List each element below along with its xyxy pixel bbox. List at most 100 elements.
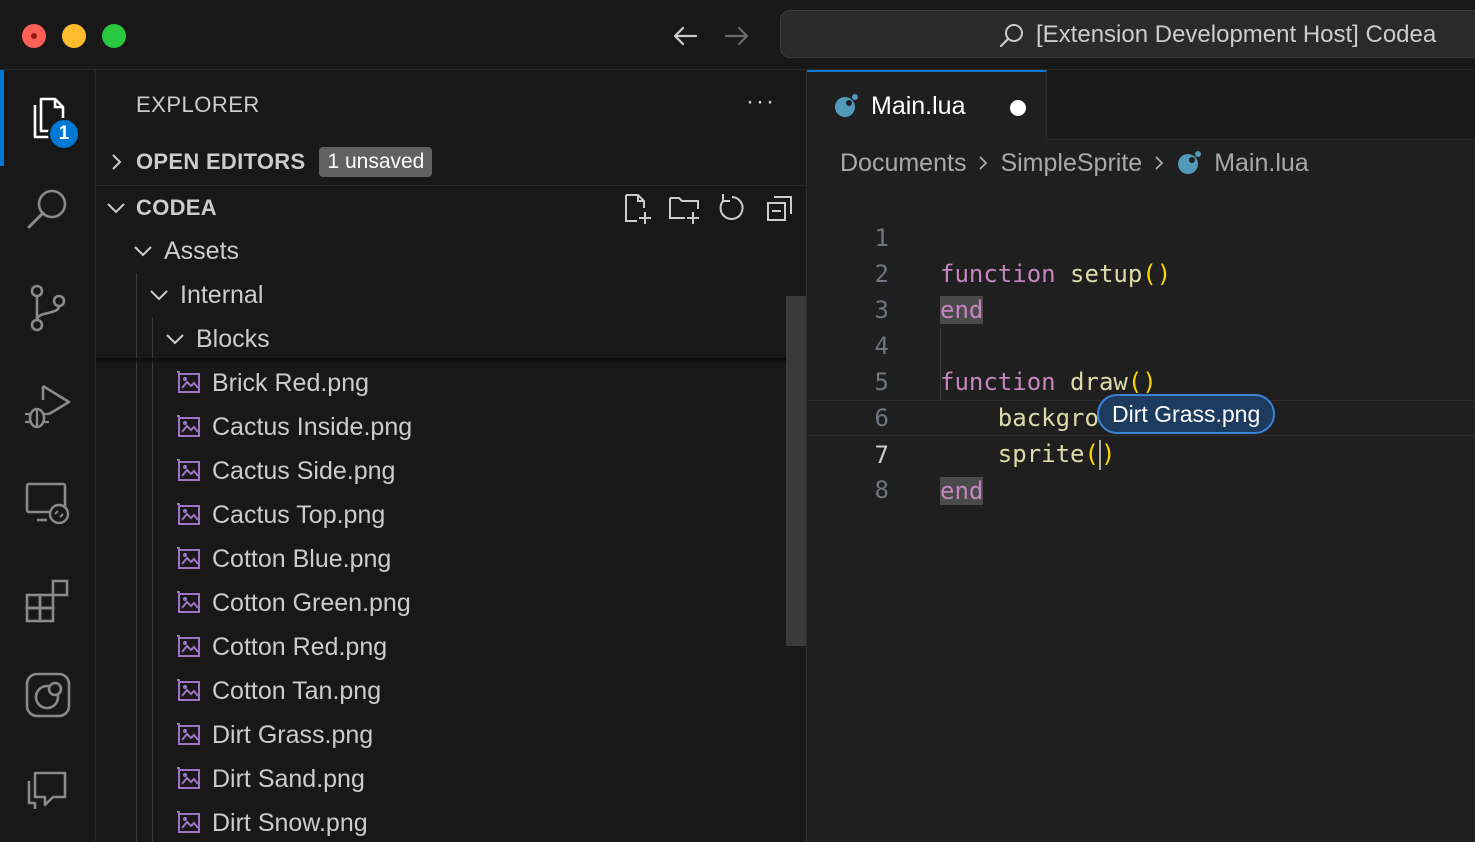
title-bar: [Extension Development Host] Codea <box>0 0 1475 70</box>
refresh-icon[interactable] <box>715 191 749 225</box>
tree-file-label: Cactus Top.png <box>212 500 386 529</box>
explorer-view-button[interactable]: 1 <box>0 70 96 166</box>
workspace-section-header[interactable]: CODEA <box>96 185 806 230</box>
open-editors-label: OPEN EDITORS <box>136 149 306 174</box>
tree-folder-blocks[interactable]: Blocks <box>96 317 806 361</box>
tree-file-item[interactable]: Dirt Snow.png <box>96 801 806 842</box>
minimize-window-button[interactable] <box>62 24 86 48</box>
image-file-icon <box>177 679 200 701</box>
search-view-button[interactable] <box>0 170 96 250</box>
chevron-right-icon <box>96 140 136 184</box>
search-icon <box>997 21 1027 51</box>
search-icon <box>27 189 67 229</box>
breadcrumb-item-simplesprite[interactable]: SimpleSprite <box>1000 149 1142 178</box>
image-file-icon <box>177 503 200 525</box>
tab-main-lua[interactable]: Main.lua <box>807 70 1047 140</box>
tree-file-item[interactable]: Dirt Grass.png <box>96 713 806 757</box>
code-line[interactable]: 1 function setup() <box>807 184 1475 288</box>
forward-arrow-icon[interactable] <box>720 20 754 52</box>
remote-explorer-view-button[interactable] <box>0 463 96 543</box>
tree-file-item[interactable]: Brick Red.png <box>96 361 806 405</box>
explorer-sidebar: EXPLORER ··· OPEN EDITORS 1 unsaved CODE… <box>96 70 807 842</box>
chevron-down-icon <box>96 186 136 230</box>
activity-bar: 1 <box>0 70 96 842</box>
tree-file-label: Cotton Blue.png <box>212 544 392 573</box>
code-line[interactable]: 5 background(0) <box>807 328 1475 432</box>
code-line[interactable]: 4 function draw() <box>807 292 1475 396</box>
breadcrumb-item-documents[interactable]: Documents <box>840 149 966 178</box>
tree-file-label: Cactus Side.png <box>212 456 396 485</box>
tab-bar: Main.lua <box>807 70 1475 140</box>
code-token: end <box>940 477 984 505</box>
tree-folder-internal[interactable]: Internal <box>96 273 806 317</box>
image-file-icon <box>177 459 200 481</box>
open-editors-section-header[interactable]: OPEN EDITORS 1 unsaved <box>96 140 806 184</box>
new-file-icon[interactable] <box>619 191 653 225</box>
collapse-all-icon[interactable] <box>763 191 797 225</box>
chevron-right-icon <box>979 156 988 170</box>
image-file-icon <box>177 811 200 833</box>
tree-file-label: Cotton Tan.png <box>212 676 382 705</box>
lua-file-icon <box>835 94 858 117</box>
image-file-icon <box>177 767 200 789</box>
image-file-icon <box>177 591 200 613</box>
tree-file-item[interactable]: Cotton Red.png <box>96 625 806 669</box>
unsaved-badge: 1 unsaved <box>319 147 433 177</box>
tree-file-item[interactable]: Dirt Sand.png <box>96 757 806 801</box>
source-control-view-button[interactable] <box>0 268 96 348</box>
code-line[interactable]: 3 <box>807 256 1475 324</box>
tree-file-item[interactable]: Cactus Inside.png <box>96 405 806 449</box>
inline-suggestion-hint[interactable]: Dirt Grass.png <box>1097 394 1276 434</box>
editor-group: Main.lua Documents SimpleSprite Main.lua… <box>807 70 1475 842</box>
chat-icon <box>27 771 67 809</box>
more-actions-button[interactable]: ··· <box>746 88 776 116</box>
new-folder-icon[interactable] <box>667 191 701 225</box>
chevron-right-icon <box>1155 156 1164 170</box>
tree-file-label: Cotton Green.png <box>212 588 411 617</box>
command-center-label: [Extension Development Host] Codea <box>1036 21 1437 48</box>
breadcrumb: Documents SimpleSprite Main.lua <box>840 148 1309 178</box>
codea-view-button[interactable] <box>0 655 96 735</box>
chat-view-button[interactable] <box>0 750 96 830</box>
tree-file-label: Dirt Sand.png <box>212 764 365 793</box>
tree-file-item[interactable]: Cotton Blue.png <box>96 537 806 581</box>
lua-file-icon <box>1178 151 1202 174</box>
chevron-down-icon <box>134 246 152 257</box>
back-arrow-icon[interactable] <box>668 20 702 52</box>
chevron-down-icon <box>150 290 168 301</box>
tree-file-item[interactable]: Cotton Tan.png <box>96 669 806 713</box>
breadcrumb-item-main-lua[interactable]: Main.lua <box>1214 149 1309 178</box>
source-control-icon <box>30 284 66 332</box>
tree-file-label: Cactus Inside.png <box>212 412 413 441</box>
tree-folder-assets[interactable]: Assets <box>96 229 806 273</box>
line-number: 8 <box>874 476 889 504</box>
image-file-icon <box>177 635 200 657</box>
run-debug-view-button[interactable] <box>0 365 96 445</box>
code-line[interactable]: 8 <box>807 436 1475 504</box>
explorer-badge: 1 <box>48 118 80 150</box>
sidebar-scrollbar[interactable] <box>786 296 806 646</box>
close-window-button[interactable] <box>22 24 46 48</box>
tree-file-label: Cotton Red.png <box>212 632 388 661</box>
tree-file-item[interactable]: Cotton Green.png <box>96 581 806 625</box>
tab-label: Main.lua <box>871 91 966 120</box>
image-file-icon <box>177 415 200 437</box>
extensions-icon <box>25 579 69 623</box>
tree-folder-label: Assets <box>164 236 240 265</box>
maximize-window-button[interactable] <box>102 24 126 48</box>
run-debug-icon <box>25 384 71 429</box>
codea-icon <box>25 672 71 718</box>
sidebar-title: EXPLORER <box>136 92 260 117</box>
unsaved-dot-icon[interactable] <box>1010 100 1026 116</box>
tree-folder-label: Blocks <box>196 324 270 353</box>
workspace-actions <box>619 186 797 230</box>
code-line[interactable]: 2 end <box>807 220 1475 324</box>
tree-file-label: Brick Red.png <box>212 368 370 397</box>
tree-file-label: Dirt Grass.png <box>212 720 374 749</box>
tree-file-item[interactable]: Cactus Top.png <box>96 493 806 537</box>
tree-file-item[interactable]: Cactus Side.png <box>96 449 806 493</box>
tree-folder-label: Internal <box>180 280 264 309</box>
command-center[interactable]: [Extension Development Host] Codea <box>780 10 1475 58</box>
image-file-icon <box>177 723 200 745</box>
extensions-view-button[interactable] <box>0 560 96 640</box>
